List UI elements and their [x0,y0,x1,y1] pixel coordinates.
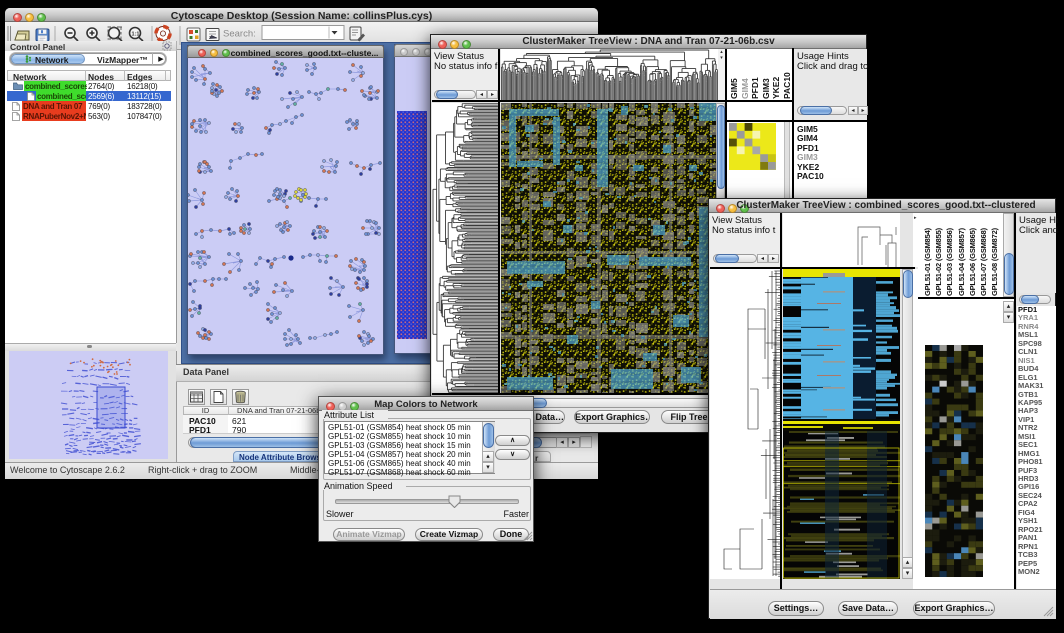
svg-text:1:1: 1:1 [132,32,140,38]
svg-text:Search:: Search: [223,29,256,40]
